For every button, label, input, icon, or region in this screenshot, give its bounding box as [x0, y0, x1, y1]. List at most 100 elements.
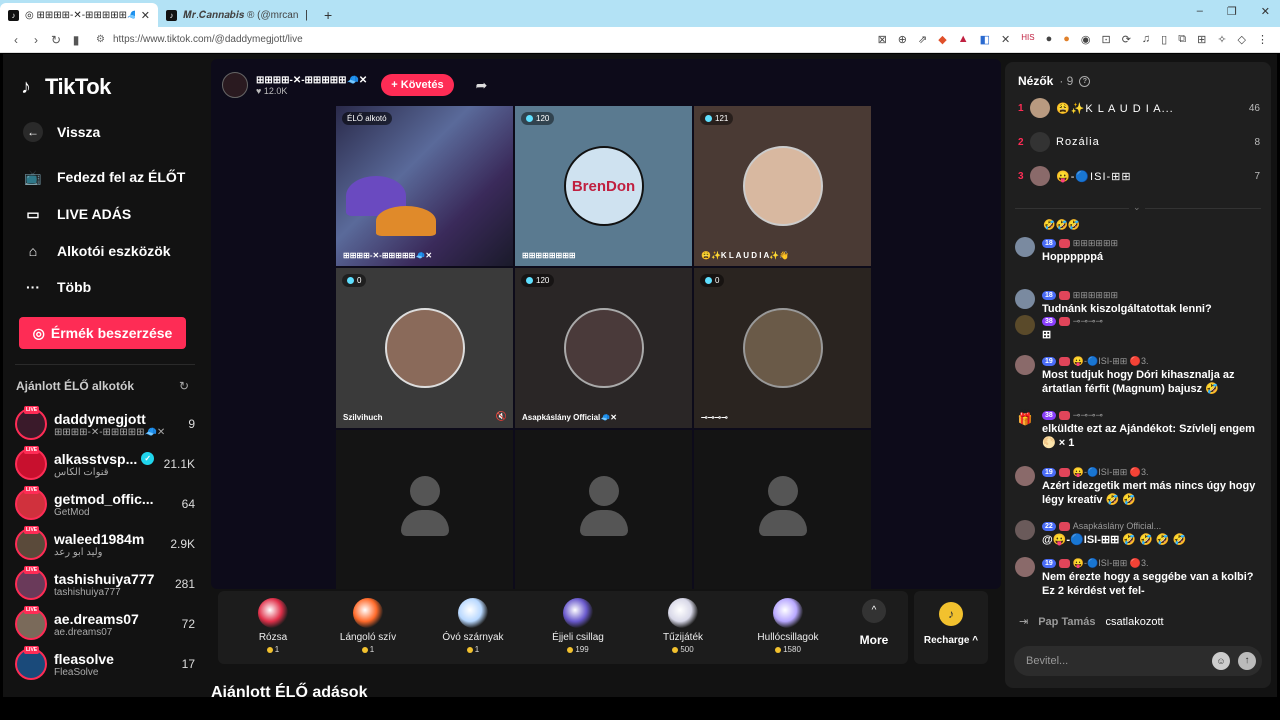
- gift-item[interactable]: Rózsa 1: [233, 591, 313, 664]
- chat-user-avatar[interactable]: [1015, 237, 1035, 257]
- empty-guest-slot[interactable]: [336, 430, 513, 589]
- chat-input[interactable]: [1026, 655, 1212, 667]
- extension-icon[interactable]: ⟳: [1122, 33, 1131, 46]
- recommended-creator-item[interactable]: LIVE getmod_offic... GetMod 64: [15, 486, 195, 522]
- minimize-icon[interactable]: ‒: [1197, 5, 1203, 18]
- share-icon[interactable]: ➦: [476, 77, 488, 94]
- top-viewer-row[interactable]: 3 😛-🔵ISI-⊞⊞ 7: [1018, 165, 1260, 187]
- close-tab-icon[interactable]: ✕: [141, 9, 150, 22]
- back-label: Vissza: [57, 124, 101, 140]
- extension-icon[interactable]: ⧉: [1178, 33, 1186, 46]
- chat-username[interactable]: ⊞⊞⊞⊞⊞⊞: [1073, 290, 1118, 301]
- emoji-icon[interactable]: ☺: [1212, 652, 1230, 670]
- chat-username[interactable]: ⊸⊸⊸⊸: [1073, 316, 1103, 327]
- profile-shield-icon[interactable]: ◇: [1238, 33, 1246, 46]
- refresh-icon[interactable]: ↻: [179, 379, 189, 393]
- extension-icon[interactable]: ✧: [1217, 33, 1226, 46]
- gift-icon: [773, 598, 803, 628]
- gift-item[interactable]: Hullócsillagok 1580: [748, 591, 828, 664]
- live-badge: LIVE: [24, 406, 40, 414]
- follow-button[interactable]: + Követés: [381, 74, 454, 96]
- shield-icon[interactable]: ◆: [938, 33, 946, 46]
- menu-icon[interactable]: ⋮: [1257, 33, 1268, 46]
- nav-creator-tools[interactable]: ⌂ Alkotói eszközök: [23, 241, 171, 261]
- close-window-icon[interactable]: ✕: [1261, 5, 1270, 18]
- guest-cell[interactable]: 120 Asapkáslány Official🧢✕: [515, 268, 692, 428]
- live-badge: LIVE: [24, 566, 40, 574]
- gift-item[interactable]: Tűzijáték 500: [643, 591, 723, 664]
- recommended-creator-item[interactable]: LIVE ae.dreams07 ae.dreams07 72: [15, 606, 195, 642]
- send-icon[interactable]: ↑: [1238, 652, 1256, 670]
- tiktok-logo[interactable]: ♪ TikTok: [21, 74, 111, 100]
- get-coins-button[interactable]: ◎ Érmék beszerzése: [19, 317, 186, 349]
- nav-live-studio[interactable]: ▭ LIVE ADÁS: [23, 204, 131, 224]
- share-page-icon[interactable]: ⇗: [918, 33, 927, 46]
- forward-arrow-icon[interactable]: ›: [26, 33, 46, 47]
- extension-icon[interactable]: ●: [1063, 33, 1070, 46]
- recommended-creator-item[interactable]: LIVE fleasolve FleaSolve 17: [15, 646, 195, 682]
- guest-cell[interactable]: BrenDon 120 ⊞⊞⊞⊞⊞⊞⊞⊞: [515, 106, 692, 266]
- extension-icon[interactable]: HIS: [1021, 33, 1034, 46]
- site-info-icon[interactable]: ⚙: [96, 34, 105, 45]
- back-arrow-icon[interactable]: ‹: [6, 33, 26, 47]
- gift-item[interactable]: Óvó szárnyak 1: [433, 591, 513, 664]
- chat-username[interactable]: 😛-🔵ISI-⊞⊞ 🔴3.: [1073, 558, 1149, 569]
- guest-cell[interactable]: 0 Szilvihuch 🔇: [336, 268, 513, 428]
- gift-item[interactable]: Éjjeli csillag 199: [538, 591, 618, 664]
- user-level-badge: 38: [1042, 316, 1056, 326]
- chat-username[interactable]: Asapkáslány Official...: [1073, 521, 1161, 531]
- nav-explore-live[interactable]: 📺 Fedezd fel az ÉLŐT: [23, 167, 185, 187]
- guest-cell-host[interactable]: ÉLŐ alkotó ⊞⊞⊞⊞-✕-⊞⊞⊞⊞⊞🧢✕: [336, 106, 513, 266]
- chat-username[interactable]: 😛-🔵ISI-⊞⊞ 🔴3.: [1073, 467, 1149, 478]
- gift-item[interactable]: Lángoló szív 1: [328, 591, 408, 664]
- browser-tab-active[interactable]: ♪ ◎ ⊞⊞⊞⊞-✕-⊞⊞⊞⊞⊞🧢✕ (@da ✕: [0, 3, 158, 27]
- chat-user-avatar[interactable]: [1015, 557, 1035, 577]
- help-icon[interactable]: ?: [1079, 75, 1091, 87]
- recommended-creator-item[interactable]: LIVE tashishuiya777 tashishuiya777 281: [15, 566, 195, 602]
- guest-cell[interactable]: 121 😩✨K L A U D I A✨👋: [694, 106, 871, 266]
- music-icon[interactable]: ♫: [1142, 33, 1150, 46]
- sidebar-toggle-icon[interactable]: ▯: [1161, 33, 1167, 46]
- translate-icon[interactable]: ⊠: [878, 33, 887, 46]
- browser-tab-inactive[interactable]: ♪ 𝑴𝒓.𝑪𝒂𝒏𝒏𝒂𝒃𝒊𝒔 ® (@mrcannabis |: [158, 3, 316, 27]
- reload-icon[interactable]: ↻: [46, 33, 66, 47]
- chat-user-avatar[interactable]: [1015, 520, 1035, 540]
- maximize-icon[interactable]: ❐: [1227, 5, 1237, 18]
- chat-user-avatar[interactable]: [1015, 289, 1035, 309]
- chat-user-avatar[interactable]: [1015, 466, 1035, 486]
- chat-username[interactable]: ⊞⊞⊞⊞⊞⊞: [1073, 238, 1118, 249]
- recommended-creator-item[interactable]: LIVE daddymegjott ⊞⊞⊞⊞-✕-⊞⊞⊞⊞⊞🧢✕ 9: [15, 406, 195, 442]
- top-viewer-row[interactable]: 2 Rozália 8: [1018, 131, 1260, 153]
- chat-username[interactable]: ⊸⊸⊸⊸: [1073, 410, 1103, 421]
- nav-more[interactable]: ··· Több: [23, 277, 91, 297]
- extension-icon[interactable]: ⊡: [1101, 33, 1110, 46]
- url-field[interactable]: ⚙ https://www.tiktok.com/@daddymegjott/l…: [96, 30, 876, 50]
- warning-icon[interactable]: ▲: [958, 33, 969, 46]
- more-gifts-button[interactable]: ^ More: [854, 599, 894, 647]
- empty-guest-slot[interactable]: [515, 430, 692, 589]
- empty-guest-slot[interactable]: [694, 430, 871, 589]
- extension-icon[interactable]: ✕: [1001, 33, 1010, 46]
- host-name[interactable]: ⊞⊞⊞⊞-✕-⊞⊞⊞⊞⊞🧢✕: [256, 75, 367, 86]
- host-avatar[interactable]: [222, 72, 248, 98]
- chat-user-avatar[interactable]: [1015, 315, 1035, 335]
- recommended-creator-item[interactable]: LIVE alkasstvsp... ✓ قنوات الكأس 21.1K: [15, 446, 195, 482]
- guest-cell[interactable]: 0 ⊸⊸⊸⊸: [694, 268, 871, 428]
- bookmark-icon[interactable]: ▮: [66, 33, 86, 47]
- extension-icon[interactable]: ◉: [1081, 33, 1091, 46]
- close-tab-icon[interactable]: |: [305, 9, 308, 21]
- chat-username[interactable]: 😛-🔵ISI-⊞⊞ 🔴3.: [1073, 356, 1149, 367]
- top-viewer-row[interactable]: 1 😩✨K L A U D I A... 46: [1018, 97, 1260, 119]
- live-stream-player[interactable]: ⊞⊞⊞⊞-✕-⊞⊞⊞⊞⊞🧢✕ ♥ 12.0K + Követés ➦ ÉLŐ a…: [211, 59, 1001, 589]
- chat-user-avatar[interactable]: [1015, 355, 1035, 375]
- back-link[interactable]: ← Vissza: [23, 122, 100, 142]
- extension-icon[interactable]: ◧: [980, 33, 990, 46]
- extension-icon[interactable]: ⊞: [1197, 33, 1206, 46]
- new-tab-button[interactable]: +: [324, 7, 332, 23]
- extension-icon[interactable]: ●: [1046, 33, 1053, 46]
- zoom-icon[interactable]: ⊕: [898, 33, 907, 46]
- chevron-down-icon[interactable]: ⌄: [1129, 202, 1145, 213]
- recommended-creator-item[interactable]: LIVE waleed1984m وليد ابو رعد 2.9K: [15, 526, 195, 562]
- join-user[interactable]: Pap Tamás: [1038, 616, 1095, 628]
- recharge-button[interactable]: ♪ Recharge ^: [914, 591, 988, 664]
